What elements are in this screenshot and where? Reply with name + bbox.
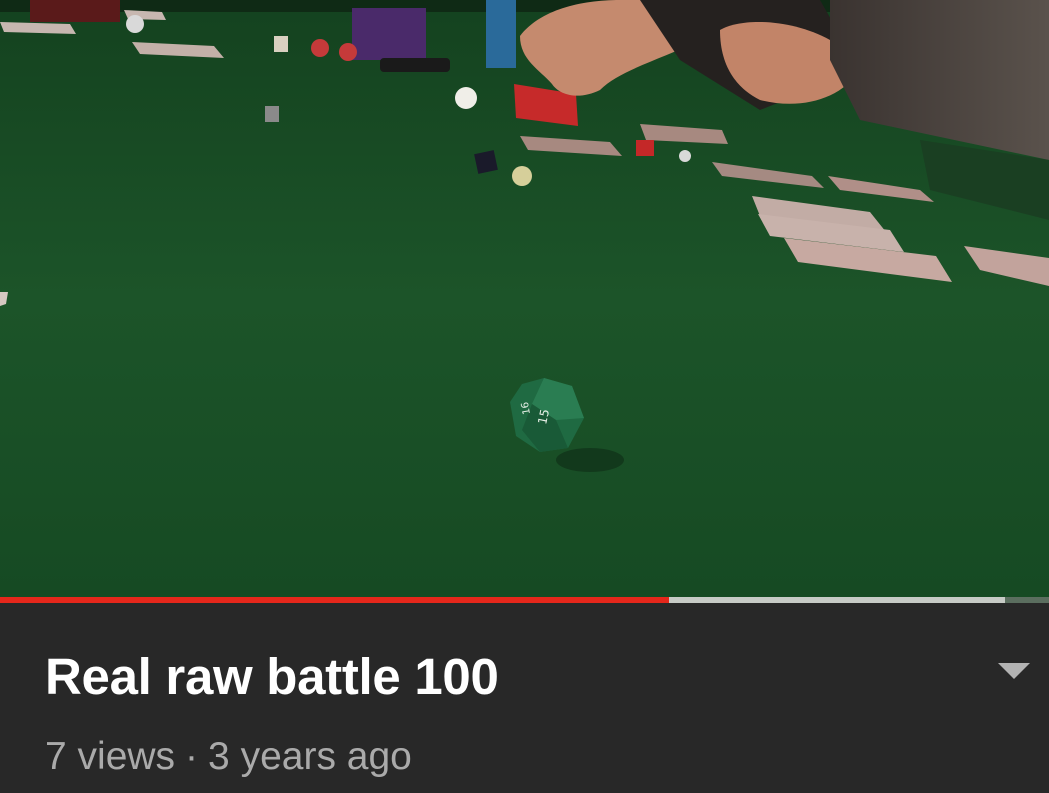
video-info-panel: Real raw battle 100 7 views · 3 years ago [0,603,1049,793]
meta-separator: · [185,735,199,778]
chevron-down-icon [998,663,1030,679]
view-count: 7 views [45,735,176,778]
video-title[interactable]: Real raw battle 100 [45,647,499,706]
upload-age: 3 years ago [208,735,412,778]
svg-text:16: 16 [520,401,533,415]
expand-description-button[interactable] [994,659,1034,685]
video-player[interactable]: 15 16 [0,0,1049,597]
video-meta: 7 views · 3 years ago [45,735,412,779]
video-frame: 15 16 [0,0,1049,597]
